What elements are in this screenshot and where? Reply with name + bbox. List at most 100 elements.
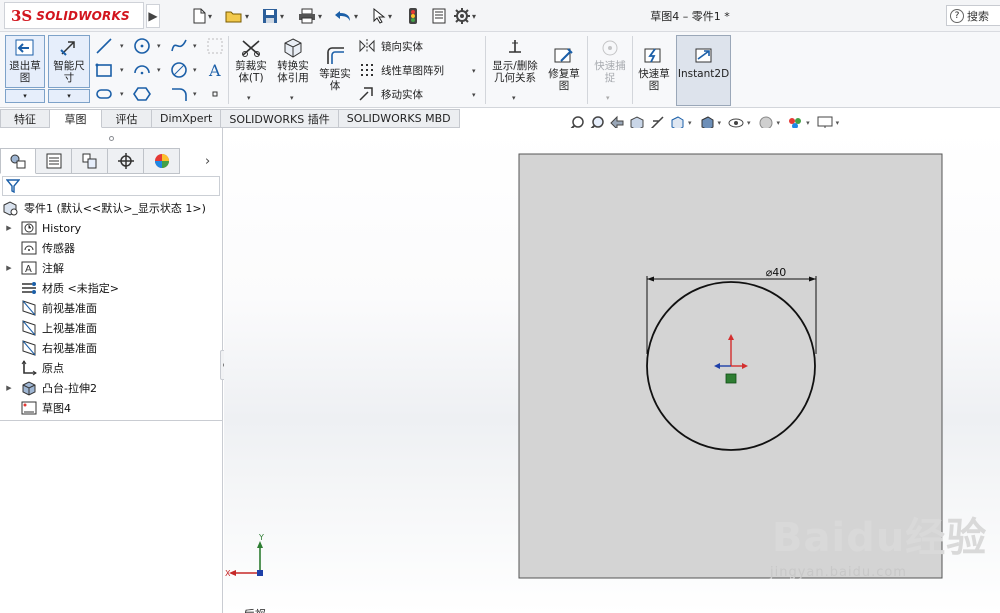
tree-item-label: History bbox=[42, 221, 82, 235]
offset-icon bbox=[324, 46, 346, 66]
svg-text:A: A bbox=[208, 61, 221, 79]
tree-item-label: 上视基准面 bbox=[42, 322, 97, 335]
tree-item-material[interactable]: 材质 <未指定> bbox=[0, 278, 223, 298]
fillet-tool[interactable] bbox=[170, 85, 188, 103]
scene-dropdown[interactable]: ▾ bbox=[806, 119, 810, 127]
linear-pattern-button[interactable]: 线性草图阵列 bbox=[358, 62, 444, 78]
arc-dropdown[interactable]: ▾ bbox=[157, 66, 161, 74]
tree-filter-bar[interactable] bbox=[2, 176, 220, 196]
expand-arrow-icon[interactable]: ▶ bbox=[4, 224, 14, 232]
search-box[interactable]: ? 搜索 bbox=[946, 5, 1000, 26]
circle-tool[interactable] bbox=[133, 37, 151, 55]
view-orientation-label: 后视 bbox=[242, 606, 264, 613]
tree-item-sketch4[interactable]: 草图4 bbox=[0, 398, 223, 418]
display-manager-tab[interactable] bbox=[144, 148, 180, 174]
linear-pattern-dropdown[interactable]: ▾ bbox=[472, 67, 476, 75]
ellipse-tool[interactable] bbox=[170, 61, 188, 79]
trim-dropdown[interactable]: ▾ bbox=[247, 94, 251, 102]
arc-tool[interactable] bbox=[133, 61, 151, 79]
property-manager-tab[interactable] bbox=[36, 148, 72, 174]
rectangle-icon bbox=[95, 63, 112, 77]
tab-sketch[interactable]: 草图 bbox=[50, 109, 102, 128]
new-document-button[interactable]: ▾ bbox=[192, 6, 212, 26]
text-tool[interactable]: A bbox=[206, 61, 224, 79]
offset-entities-button[interactable]: 等距实体 bbox=[316, 46, 354, 92]
surface-sketch-tool[interactable] bbox=[206, 37, 224, 55]
smart-dimension-dropdown[interactable]: ▾ bbox=[48, 89, 90, 103]
open-document-button[interactable]: ▾ bbox=[225, 6, 249, 26]
select-button[interactable]: ▾ bbox=[372, 6, 392, 26]
spline-tool[interactable] bbox=[170, 37, 188, 55]
convert-entities-button[interactable]: 转换实体引用 bbox=[273, 38, 313, 84]
ribbon-separator bbox=[632, 36, 633, 104]
point-tool[interactable] bbox=[206, 85, 224, 103]
mirror-entities-button[interactable]: 镜向实体 bbox=[358, 38, 423, 54]
appearance-dropdown[interactable]: ▾ bbox=[777, 119, 781, 127]
ellipse-dropdown[interactable]: ▾ bbox=[193, 66, 197, 74]
tree-root-part[interactable]: 零件1 (默认<<默认>_显示状态 1>) bbox=[0, 198, 223, 218]
rectangle-dropdown[interactable]: ▾ bbox=[120, 66, 124, 74]
slot-tool[interactable] bbox=[95, 85, 113, 103]
repair-sketch-button[interactable]: 修复草图 bbox=[546, 46, 582, 92]
options-button[interactable]: ▾ bbox=[454, 6, 476, 26]
rebuild-button[interactable] bbox=[408, 6, 418, 26]
tab-features[interactable]: 特征 bbox=[0, 109, 50, 128]
tab-solidworks-addins[interactable]: SOLIDWORKS 插件 bbox=[221, 109, 339, 128]
spline-dropdown[interactable]: ▾ bbox=[193, 42, 197, 50]
dimxpert-manager-tab[interactable] bbox=[108, 148, 144, 174]
line-dropdown[interactable]: ▾ bbox=[120, 42, 124, 50]
view-orientation-dropdown[interactable]: ▾ bbox=[688, 119, 692, 127]
feature-manager-tab[interactable] bbox=[0, 148, 36, 174]
smart-dimension-button[interactable]: 智能尺寸 bbox=[48, 35, 90, 88]
convert-dropdown[interactable]: ▾ bbox=[290, 94, 294, 102]
convert-icon bbox=[282, 38, 304, 58]
instant2d-button[interactable]: Instant2D bbox=[676, 35, 731, 106]
hide-show-dropdown[interactable]: ▾ bbox=[747, 119, 751, 127]
relations-dropdown[interactable]: ▾ bbox=[512, 94, 516, 102]
color-wheel-icon bbox=[154, 154, 169, 168]
save-button[interactable]: ▾ bbox=[262, 6, 284, 26]
slot-dropdown[interactable]: ▾ bbox=[120, 90, 124, 98]
tab-dimxpert[interactable]: DimXpert bbox=[152, 109, 222, 128]
tree-item-label: 原点 bbox=[42, 362, 64, 375]
tree-item-sensors[interactable]: 传感器 bbox=[0, 238, 223, 258]
file-properties-button[interactable] bbox=[432, 6, 446, 26]
tree-item-origin[interactable]: 原点 bbox=[0, 358, 223, 378]
expand-arrow-icon[interactable]: ▶ bbox=[4, 264, 14, 272]
quick-snaps-button[interactable]: 快速捕捉 bbox=[590, 38, 630, 84]
tree-item-front-plane[interactable]: 前视基准面 bbox=[0, 298, 223, 318]
expand-arrow-icon[interactable]: ▶ bbox=[4, 384, 14, 392]
panel-tabs-more-arrow[interactable]: › bbox=[205, 154, 210, 169]
menu-expand-arrow[interactable]: ▶ bbox=[146, 4, 160, 28]
open-folder-icon bbox=[225, 11, 242, 23]
panel-grip[interactable] bbox=[0, 128, 223, 148]
tree-item-right-plane[interactable]: 右视基准面 bbox=[0, 338, 223, 358]
rapid-sketch-button[interactable]: 快速草图 bbox=[636, 46, 672, 92]
print-button[interactable]: ▾ bbox=[298, 6, 322, 26]
tab-evaluate[interactable]: 评估 bbox=[102, 109, 152, 128]
tree-item-boss-extrude2[interactable]: ▶ 凸台-拉伸2 bbox=[0, 378, 223, 398]
circle-dropdown[interactable]: ▾ bbox=[157, 42, 161, 50]
tree-item-annotations[interactable]: ▶ A 注解 bbox=[0, 258, 223, 278]
solidworks-logo[interactable]: 3S SOLIDWORKS bbox=[4, 2, 144, 29]
exit-sketch-dropdown[interactable]: ▾ bbox=[5, 89, 45, 103]
exit-sketch-button[interactable]: 退出草图 bbox=[5, 35, 45, 88]
quick-snaps-dropdown[interactable]: ▾ bbox=[606, 94, 610, 102]
fillet-dropdown[interactable]: ▾ bbox=[193, 90, 197, 98]
tree-item-top-plane[interactable]: 上视基准面 bbox=[0, 318, 223, 338]
line-tool[interactable] bbox=[95, 37, 113, 55]
display-style-dropdown[interactable]: ▾ bbox=[718, 119, 722, 127]
polygon-tool[interactable] bbox=[133, 85, 151, 103]
rectangle-tool[interactable] bbox=[95, 61, 113, 79]
display-relations-button[interactable]: 显示/删除几何关系 bbox=[488, 38, 542, 84]
undo-button[interactable]: ▾ bbox=[334, 6, 358, 26]
view-settings-dropdown[interactable]: ▾ bbox=[836, 119, 840, 127]
move-entities-button[interactable]: 移动实体 bbox=[358, 86, 423, 102]
snap-icon bbox=[599, 38, 621, 58]
configuration-manager-tab[interactable] bbox=[72, 148, 108, 174]
trim-entities-button[interactable]: 剪裁实体(T) bbox=[232, 38, 270, 84]
move-dropdown[interactable]: ▾ bbox=[472, 91, 476, 99]
tab-solidworks-mbd[interactable]: SOLIDWORKS MBD bbox=[338, 109, 460, 128]
diameter-dimension-text[interactable]: ⌀40 bbox=[766, 266, 787, 279]
tree-item-history[interactable]: ▶ History bbox=[0, 218, 223, 238]
